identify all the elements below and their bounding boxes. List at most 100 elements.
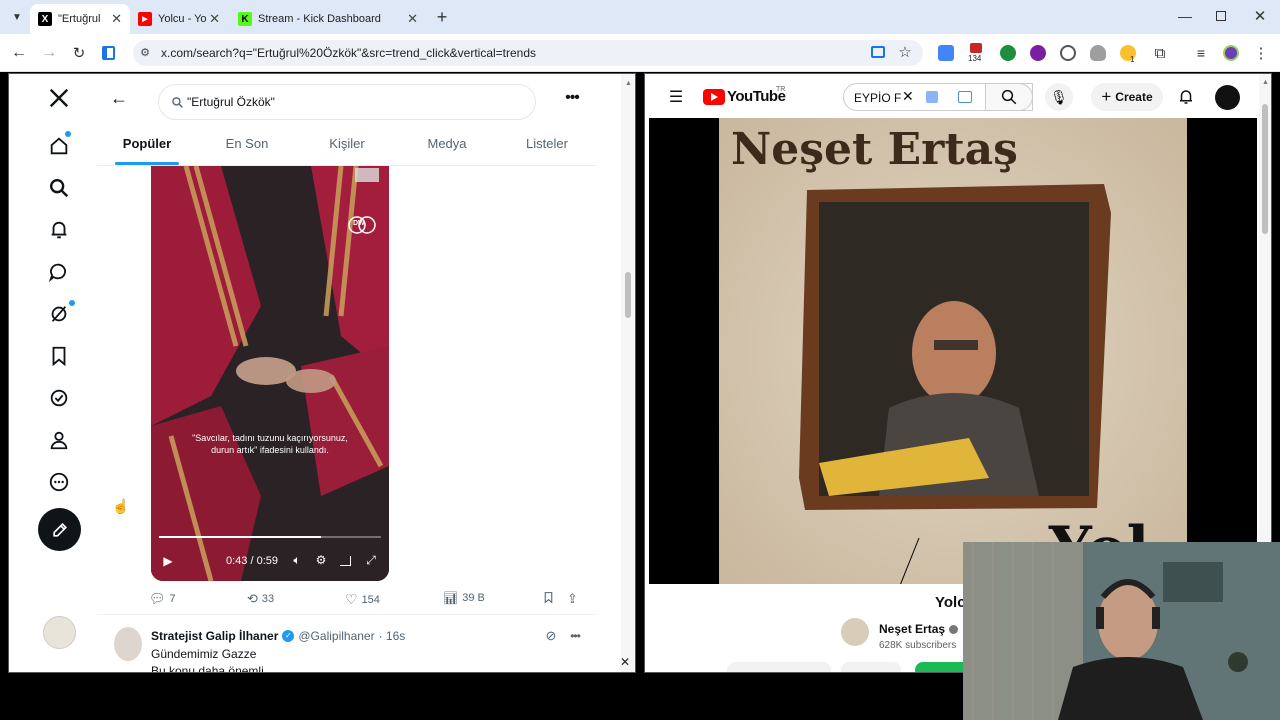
post-time[interactable]: · 16s <box>379 629 406 643</box>
heart-icon: ♡ <box>345 591 358 607</box>
scroll-up-icon[interactable]: ▲ <box>1262 79 1269 86</box>
verified-orgs-icon[interactable] <box>41 380 77 416</box>
repost-action[interactable]: ⟲ 33 <box>247 591 274 607</box>
channel-name[interactable]: Neşet Ertaş <box>879 622 945 636</box>
tab-x-search[interactable]: X "Ertuğrul ✕ <box>30 4 130 34</box>
new-tab-plus-icon[interactable]: + <box>433 7 451 27</box>
notifications-bell-icon[interactable] <box>41 212 77 248</box>
x-home-logo-icon[interactable] <box>41 80 77 116</box>
views-action[interactable]: 📊︎ 39 B <box>443 591 485 605</box>
compose-post-button[interactable] <box>38 508 81 551</box>
create-button[interactable]: + Create <box>1091 83 1163 111</box>
purple-extension-icon[interactable] <box>1030 45 1046 61</box>
tab-kisiler[interactable]: Kişiler <box>297 132 397 165</box>
youtube-logo-icon[interactable] <box>703 89 725 105</box>
author-name[interactable]: Stratejist Galip İlhaner <box>151 629 278 643</box>
post-more-icon[interactable]: ••• <box>567 628 583 644</box>
bookmark-action[interactable] <box>542 591 555 604</box>
globe-extension-icon[interactable] <box>1000 45 1016 61</box>
tab-search-chevron-icon[interactable]: ▼ <box>8 9 26 25</box>
youtube-search-button[interactable] <box>985 83 1033 111</box>
media-controls-icon[interactable]: ≡ <box>1192 44 1210 62</box>
tab-en-son[interactable]: En Son <box>197 132 297 165</box>
home-icon[interactable] <box>41 128 77 164</box>
tab-listeler[interactable]: Listeler <box>497 132 597 165</box>
reply-action[interactable]: 💬︎ 7 <box>149 591 176 607</box>
close-window-icon[interactable]: ✕ <box>1252 7 1268 25</box>
notifications-bell-icon[interactable] <box>1175 86 1197 108</box>
microphone-icon: 🎙︎ <box>1050 88 1068 105</box>
profile-icon[interactable] <box>41 422 77 458</box>
like-dislike-button[interactable] <box>727 662 831 672</box>
more-options-icon[interactable] <box>41 464 77 500</box>
circle-extension-icon[interactable] <box>1060 45 1076 61</box>
youtube-account-avatar[interactable] <box>1215 85 1240 110</box>
translate-extension-icon[interactable] <box>938 45 954 61</box>
author-avatar[interactable] <box>114 627 142 661</box>
back-arrow-icon[interactable]: ← <box>109 88 129 108</box>
tab-medya[interactable]: Medya <box>397 132 497 165</box>
reply-count: 7 <box>169 593 176 605</box>
pip-icon[interactable] <box>340 556 351 566</box>
close-icon[interactable]: ✕ <box>407 11 418 27</box>
search-more-icon[interactable]: ••• <box>561 88 583 108</box>
volume-icon[interactable]: 🔈︎ <box>289 552 305 568</box>
puzzle-extensions-icon[interactable]: ⧉ <box>1150 43 1170 63</box>
install-app-icon[interactable] <box>871 46 885 58</box>
scrollbar[interactable]: ▲ <box>621 74 635 672</box>
youtube-video-player[interactable]: Neşet Ertaş Yol <box>649 118 1257 584</box>
sidebar-panel-icon[interactable] <box>102 46 115 60</box>
subscriber-count: 628K subscribers <box>879 640 957 651</box>
post-video-player[interactable]: DW "Savcılar, tadını tuzunu kaçırıyorsun… <box>151 166 389 581</box>
hamburger-menu-icon[interactable]: ☰ <box>667 88 685 106</box>
tab-kick[interactable]: K Stream - Kick Dashboard ✕ <box>230 4 426 34</box>
scroll-up-icon[interactable]: ▲ <box>625 80 632 87</box>
close-icon[interactable]: ✕ <box>111 11 122 27</box>
bookmark-star-icon[interactable]: ☆ <box>896 43 914 61</box>
scrollbar-thumb[interactable] <box>625 272 631 318</box>
forward-icon[interactable]: → <box>40 44 58 62</box>
reload-icon[interactable]: ↻ <box>70 44 88 62</box>
tab-title: Yolcu - Yo <box>158 13 207 25</box>
youtube-search-text: EYPİO F <box>854 91 902 105</box>
caption-icon[interactable] <box>958 91 972 103</box>
site-info-icon[interactable]: ⚙ <box>138 45 152 59</box>
browser-menu-icon[interactable]: ⋮ <box>1254 44 1269 62</box>
tab-title: Stream - Kick Dashboard <box>258 13 381 25</box>
profile-avatar[interactable] <box>1223 45 1239 61</box>
translate-icon[interactable] <box>926 91 938 103</box>
search-field-icon <box>172 97 183 108</box>
url-text[interactable]: x.com/search?q="Ertuğrul%20Özkök"&src=tr… <box>161 46 536 60</box>
search-icon[interactable] <box>41 170 77 206</box>
bookmarks-icon[interactable] <box>41 338 77 374</box>
caption-line-2: durun artık" ifadesini kullandı. <box>211 445 329 455</box>
extensions-area: 134 1 ⧉ <box>932 41 1172 65</box>
author-handle[interactable]: @Galipilhaner <box>298 629 374 643</box>
maximize-icon[interactable] <box>1216 11 1226 21</box>
close-panel-icon[interactable]: ✕ <box>618 655 632 669</box>
tab-populer[interactable]: Popüler <box>97 132 197 165</box>
back-icon[interactable]: ← <box>10 44 28 62</box>
x-search-field[interactable]: "Ertuğrul Özkök" <box>158 84 536 120</box>
grok-explain-icon[interactable]: ⊘ <box>543 628 559 644</box>
settings-gear-icon[interactable]: ⚙ <box>313 552 329 568</box>
tab-youtube[interactable]: ▶ Yolcu - Yo ✕ <box>130 4 228 34</box>
calendar-extension-icon[interactable] <box>970 43 982 53</box>
share-button[interactable] <box>841 662 901 672</box>
like-action[interactable]: ♡ 154 <box>345 591 380 608</box>
voice-search-button[interactable]: 🎙︎ <box>1045 83 1073 111</box>
messages-icon[interactable] <box>41 254 77 290</box>
gray-extension-icon[interactable] <box>1090 45 1106 61</box>
scrollbar-thumb[interactable] <box>1262 104 1268 234</box>
fullscreen-icon[interactable]: ⤢ <box>363 552 379 568</box>
close-icon[interactable]: ✕ <box>209 11 220 27</box>
play-icon[interactable]: ▶ <box>161 554 175 568</box>
clear-search-icon[interactable]: ✕ <box>902 88 914 105</box>
share-action[interactable]: ⇪ <box>567 591 578 607</box>
minimize-icon[interactable]: — <box>1177 8 1193 24</box>
account-avatar[interactable] <box>43 616 76 649</box>
next-post-header: Stratejist Galip İlhaner ✓ @Galipilhaner… <box>151 629 405 643</box>
channel-avatar[interactable] <box>841 618 869 646</box>
youtube-logo-icon: ▶ <box>138 12 152 26</box>
video-progress-track[interactable] <box>159 536 381 538</box>
